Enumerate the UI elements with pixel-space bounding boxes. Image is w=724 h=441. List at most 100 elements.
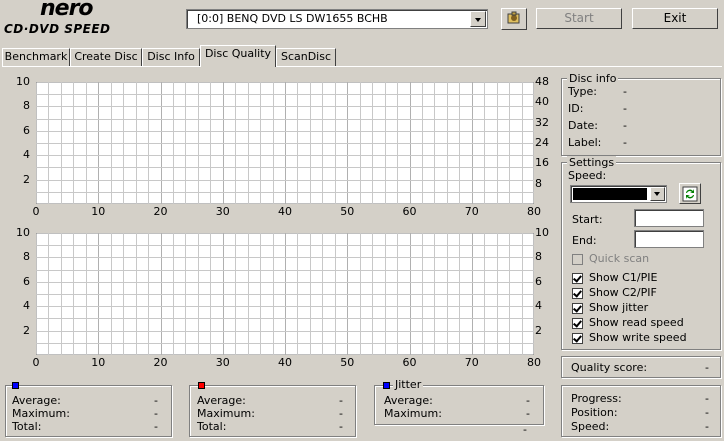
chevron-down-icon[interactable] <box>650 187 665 201</box>
y-tick-label: 8 <box>23 250 30 264</box>
y2-tick-label: 8 <box>535 176 542 190</box>
jitter-maximum-value: - <box>526 407 530 420</box>
show-write-speed-label[interactable]: Show write speed <box>589 331 687 344</box>
show-c1-checkbox[interactable] <box>572 273 583 284</box>
y2-tick-label: 24 <box>535 136 549 149</box>
end-label: End: <box>572 234 597 247</box>
jitter-stats-group: Jitter Average: - Maximum: - <box>374 378 544 425</box>
c1-maximum-label: Maximum: <box>12 407 70 420</box>
settings-title: Settings <box>567 156 617 169</box>
c1-average-value: - <box>154 394 158 407</box>
tab-scandisc[interactable]: ScanDisc <box>276 48 336 66</box>
c1-color-icon <box>12 382 19 389</box>
x-tick-label: 30 <box>215 356 230 369</box>
c2-maximum-label: Maximum: <box>197 407 255 420</box>
y2-tick-label: 40 <box>535 95 549 109</box>
progress-label: Progress: <box>571 392 622 405</box>
speed-select-value <box>573 188 647 200</box>
x-tick-label: 60 <box>402 356 417 369</box>
disc-date-value: - <box>623 119 627 132</box>
x-tick-label: 10 <box>91 356 106 369</box>
refresh-icon <box>682 186 698 202</box>
show-c2-checkbox[interactable] <box>572 288 583 299</box>
x-tick-label: 80 <box>527 356 541 369</box>
position-value: - <box>705 406 709 419</box>
drive-select-value: [0:0] BENQ DVD LS DW1655 BCHB <box>197 12 388 25</box>
disc-type-label: Type: <box>568 85 597 98</box>
y-tick-label: 4 <box>23 299 30 313</box>
x-tick-label: 70 <box>464 205 479 218</box>
quality-score-label: Quality score: <box>571 361 648 374</box>
show-jitter-label[interactable]: Show jitter <box>589 301 648 314</box>
jitter-title: Jitter <box>393 378 424 391</box>
tab-disc-info[interactable]: Disc Info <box>142 48 200 66</box>
disc-id-label: ID: <box>568 102 584 115</box>
quality-score-box: Quality score: - <box>561 356 721 378</box>
logo-nero-text: nero <box>40 0 94 21</box>
x-tick-label: 40 <box>278 205 292 218</box>
jitter-average-label: Average: <box>384 394 433 407</box>
y-tick-label: 6 <box>23 123 30 137</box>
position-label: Position: <box>571 406 618 419</box>
y2-tick-label: 10 <box>535 226 549 239</box>
y2-tick-label: 16 <box>535 156 549 170</box>
c2-total-value: - <box>339 420 343 433</box>
jitter-maximum-label: Maximum: <box>384 407 442 420</box>
c2-color-icon <box>198 382 205 389</box>
speed-readout-label: Speed: <box>571 420 610 433</box>
tab-panel-edge <box>2 66 722 67</box>
y-tick-label: 10 <box>16 75 30 88</box>
disc-id-value: - <box>623 102 627 115</box>
x-tick-label: 80 <box>527 205 541 218</box>
show-jitter-checkbox[interactable] <box>572 303 583 314</box>
disc-type-value: - <box>623 85 627 98</box>
c1-average-label: Average: <box>12 394 61 407</box>
show-read-speed-checkbox[interactable] <box>572 318 583 329</box>
y-tick-label: 6 <box>23 274 30 288</box>
y-tick-label: 2 <box>23 323 30 337</box>
x-tick-label: 50 <box>340 356 355 369</box>
settings-group: Settings Speed: Start: End: Quick scan S… <box>561 156 721 350</box>
nero-logo: nero CD·DVD SPEED <box>2 0 152 40</box>
x-tick-label: 20 <box>153 356 168 369</box>
show-write-speed-checkbox[interactable] <box>572 333 583 344</box>
x-tick-label: 60 <box>402 205 417 218</box>
disc-label-value: - <box>623 136 627 149</box>
show-read-speed-label[interactable]: Show read speed <box>589 316 684 329</box>
quick-scan-checkbox[interactable] <box>572 254 583 265</box>
disc-info-title: Disc info <box>567 72 619 85</box>
x-tick-label: 30 <box>215 205 230 218</box>
y2-tick-label: 8 <box>535 250 542 264</box>
end-input[interactable] <box>634 230 704 248</box>
show-c2-label[interactable]: Show C2/PIF <box>589 286 657 299</box>
exit-button[interactable]: Exit <box>632 8 718 29</box>
x-tick-label: 0 <box>32 205 40 218</box>
start-label: Start: <box>572 213 603 226</box>
y-tick-label: 4 <box>23 148 30 162</box>
drive-select[interactable]: [0:0] BENQ DVD LS DW1655 BCHB <box>186 9 488 29</box>
x-tick-label: 40 <box>278 356 292 369</box>
drive-info-button[interactable] <box>501 8 527 30</box>
logo-cd-dvd-speed-text: CD·DVD SPEED <box>4 22 111 36</box>
start-input[interactable] <box>634 209 704 227</box>
x-tick-label: 0 <box>32 356 40 369</box>
tab-create-disc[interactable]: Create Disc <box>70 48 142 66</box>
tab-disc-quality[interactable]: Disc Quality <box>200 45 276 67</box>
c2-maximum-value: - <box>339 407 343 420</box>
tab-benchmark[interactable]: Benchmark <box>2 48 70 66</box>
y2-tick-label: 6 <box>535 274 542 288</box>
show-c1-label[interactable]: Show C1/PIE <box>589 271 657 284</box>
c2-average-label: Average: <box>197 394 246 407</box>
jitter-color-icon <box>383 382 390 389</box>
chevron-down-icon[interactable] <box>470 11 486 27</box>
speed-select[interactable] <box>570 185 667 203</box>
c1-total-value: - <box>154 420 158 433</box>
speed-label: Speed: <box>568 169 607 182</box>
start-button[interactable]: Start <box>536 8 622 29</box>
quick-scan-label[interactable]: Quick scan <box>589 252 649 265</box>
progress-value: - <box>705 392 709 405</box>
y-tick-label: 8 <box>23 99 30 113</box>
progress-group: Progress: - Position: - Speed: - <box>561 385 721 437</box>
jitter-average-value: - <box>526 394 530 407</box>
refresh-speed-button[interactable] <box>679 183 701 204</box>
